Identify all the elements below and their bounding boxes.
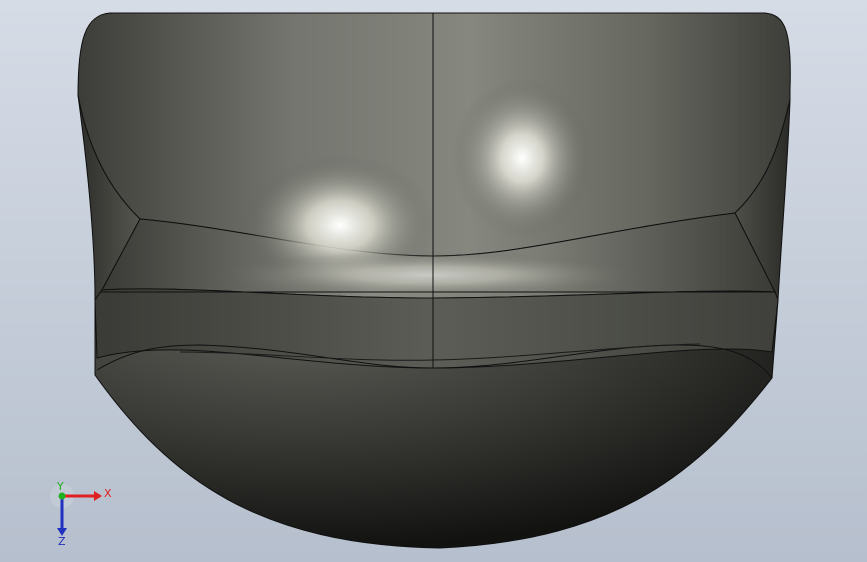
highlight-right <box>452 78 592 238</box>
y-axis-label: Y <box>56 482 64 493</box>
z-axis-label: Z <box>58 535 66 546</box>
cad-model[interactable] <box>0 0 867 562</box>
coordinate-triad: X Y Z <box>50 482 112 546</box>
x-axis-label: X <box>104 487 112 500</box>
x-axis-arrowhead <box>94 491 102 501</box>
y-axis-dot <box>58 492 66 500</box>
graphics-viewport[interactable]: X Y Z <box>0 0 867 562</box>
